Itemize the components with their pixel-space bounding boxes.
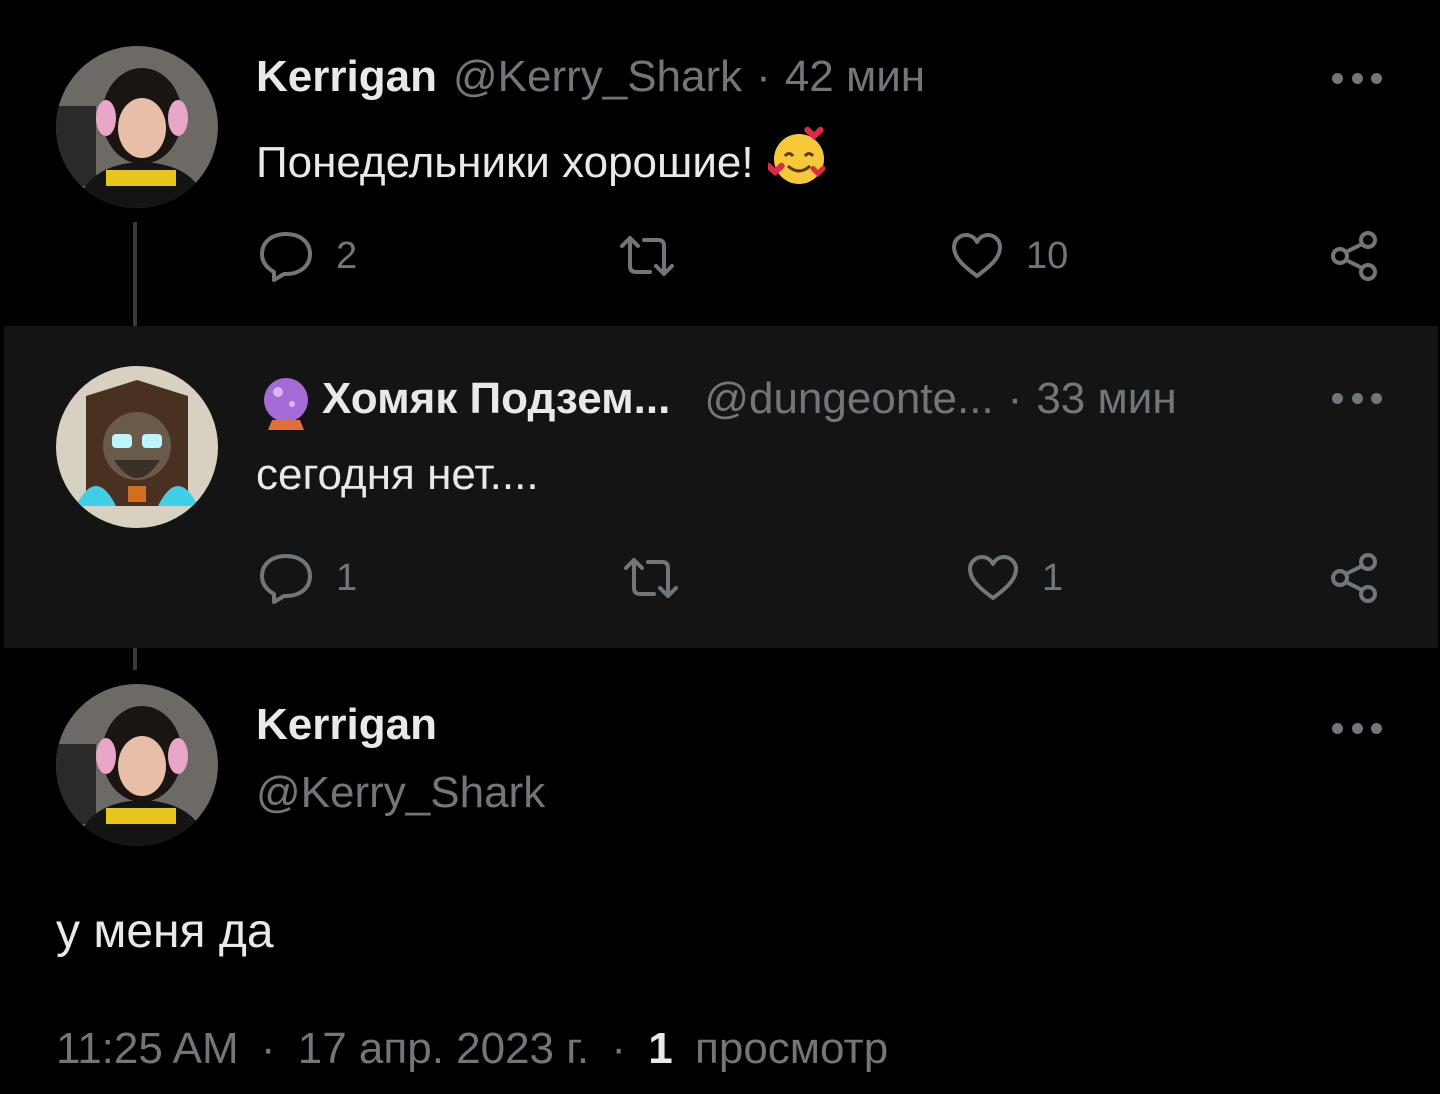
- tweet-header: Хомяк Подзем... @dungeonte... · 33 мин: [256, 374, 1177, 445]
- views-label: просмотр: [695, 1024, 889, 1073]
- avatar[interactable]: [56, 366, 218, 528]
- reply-count: 1: [336, 556, 358, 599]
- tweet-hamster[interactable]: Хомяк Подзем... @dungeonte... · 33 мин с…: [4, 326, 1438, 648]
- retweet-button[interactable]: [620, 556, 704, 600]
- retweet-button[interactable]: [616, 234, 700, 278]
- separator: ·: [611, 1024, 627, 1073]
- reply-count: 2: [336, 234, 358, 277]
- timestamp[interactable]: 42 мин: [785, 52, 925, 102]
- like-count: 10: [1026, 234, 1069, 277]
- reply-icon: [260, 232, 312, 282]
- reply-icon: [260, 554, 312, 604]
- views-count: 1: [648, 1024, 673, 1073]
- like-button[interactable]: 10: [950, 232, 1068, 280]
- tweet-kerrigan-1[interactable]: Kerrigan @Kerry_Shark · 42 мин Понедельн…: [0, 0, 1440, 326]
- tweet-actions: 1 1: [4, 548, 1440, 608]
- share-button[interactable]: [1330, 230, 1380, 282]
- more-options-icon[interactable]: [1332, 70, 1382, 86]
- like-button[interactable]: 1: [966, 554, 1063, 602]
- like-count: 1: [1042, 556, 1064, 599]
- tweet-text: Понедельники хорошие!: [256, 126, 830, 199]
- separator: ·: [756, 52, 771, 101]
- author-handle[interactable]: @dungeonte...: [704, 374, 993, 424]
- share-icon: [1331, 553, 1377, 603]
- main-tweet: Kerrigan @Kerry_Shark у меня да 11:25 AM…: [0, 648, 1440, 1094]
- separator: ·: [260, 1024, 276, 1073]
- tweet-footer: 11:25 AM · 17 апр. 2023 г. · 1 просмотр: [56, 1024, 888, 1074]
- avatar[interactable]: [56, 46, 218, 208]
- heart-icon: [952, 233, 1002, 278]
- tweet-text: у меня да: [56, 905, 274, 958]
- tweet-actions: 2 10: [0, 226, 1440, 286]
- more-options-icon[interactable]: [1332, 390, 1382, 406]
- heart-icon: [968, 555, 1018, 600]
- retweet-icon: [620, 236, 674, 276]
- reply-button[interactable]: 2: [258, 230, 357, 282]
- tweet-date[interactable]: 17 апр. 2023 г.: [298, 1024, 589, 1073]
- tweet-text: сегодня нет....: [256, 450, 539, 499]
- author-handle[interactable]: @Kerry_Shark: [256, 768, 545, 818]
- author-name[interactable]: Хомяк Подзем...: [322, 374, 670, 424]
- share-button[interactable]: [1330, 552, 1380, 604]
- conversation-thread: Kerrigan @Kerry_Shark · 42 мин Понедельн…: [0, 0, 1440, 1094]
- smiling-face-with-hearts-icon: [764, 126, 830, 199]
- tweet-time[interactable]: 11:25 AM: [56, 1024, 239, 1073]
- tweet-text-content: Понедельники хорошие!: [256, 137, 754, 187]
- share-icon: [1331, 231, 1377, 281]
- author-name[interactable]: Kerrigan: [256, 52, 437, 102]
- author-name[interactable]: Kerrigan: [256, 700, 437, 750]
- timestamp[interactable]: 33 мин: [1036, 374, 1176, 424]
- author-handle[interactable]: @Kerry_Shark: [453, 52, 742, 102]
- retweet-icon: [624, 558, 678, 598]
- separator: ·: [1007, 374, 1023, 423]
- more-options-icon[interactable]: [1332, 720, 1382, 736]
- avatar[interactable]: [56, 684, 218, 846]
- tweet-header: Kerrigan @Kerry_Shark · 42 мин: [256, 52, 925, 102]
- crystal-ball-icon: [256, 374, 316, 445]
- reply-button[interactable]: 1: [258, 552, 357, 604]
